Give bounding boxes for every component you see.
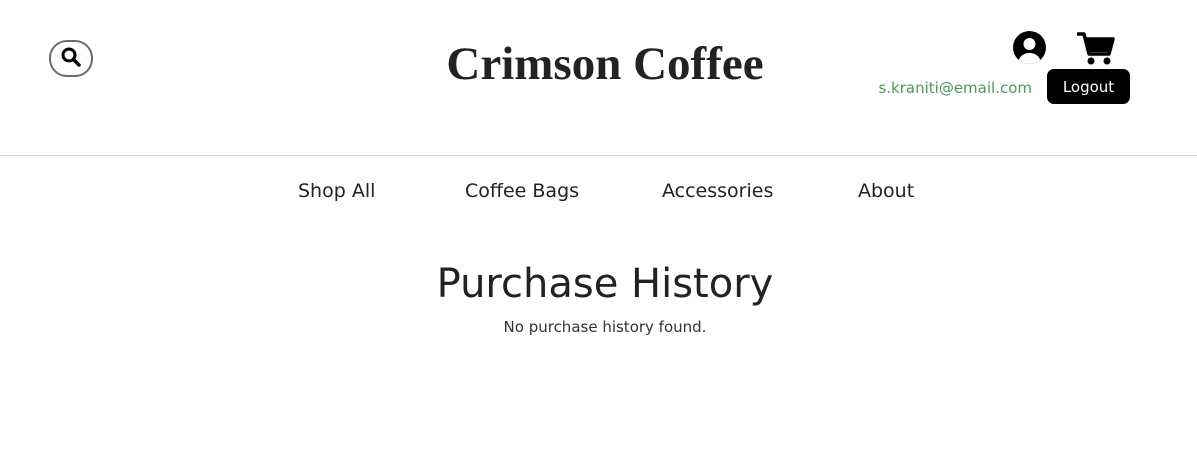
page-title: Purchase History [436, 261, 774, 307]
user-email: s.kraniti@email.com [878, 79, 1032, 97]
user-circle-icon[interactable] [1013, 31, 1046, 64]
nav-coffee-bags[interactable]: Coffee Bags [465, 178, 579, 204]
nav-about[interactable]: About [858, 178, 914, 204]
empty-state-message: No purchase history found. [503, 318, 707, 336]
logout-button[interactable]: Logout [1047, 69, 1130, 104]
nav-accessories[interactable]: Accessories [662, 178, 773, 204]
shopping-cart-icon[interactable] [1076, 30, 1115, 66]
nav-shop-all[interactable]: Shop All [298, 178, 375, 204]
main-nav: Shop All Coffee Bags Accessories About [0, 178, 1197, 206]
site-header: Crimson Coffee s.kraniti@email.com Logou… [0, 0, 1197, 156]
